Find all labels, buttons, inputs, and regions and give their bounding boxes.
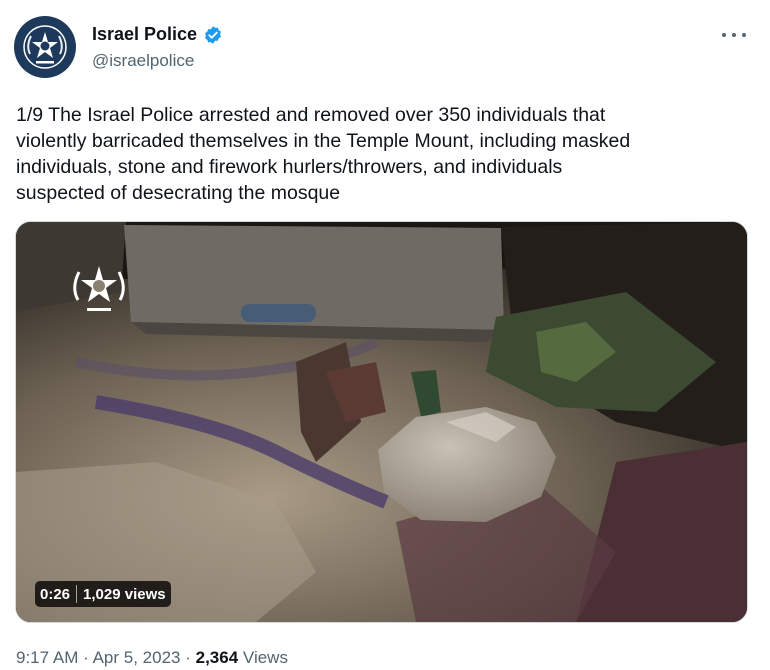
tweet-text: 1/9 The Israel Police arrested and remov…	[16, 104, 631, 204]
meta-separator: ·	[83, 648, 89, 667]
tweet-meta: 9:17 AM · Apr 5, 2023 · 2,364 Views	[16, 648, 288, 668]
avatar[interactable]	[14, 16, 76, 78]
police-watermark-icon	[73, 266, 125, 311]
view-count: 2,364	[195, 648, 239, 667]
verified-badge-icon	[205, 25, 221, 44]
police-star-emblem-icon	[23, 25, 67, 69]
tweet-time[interactable]: 9:17 AM	[16, 648, 78, 667]
badge-divider	[76, 585, 78, 603]
views-label: Views	[242, 648, 288, 667]
video-duration: 0:26	[40, 585, 71, 603]
more-options-icon[interactable]	[722, 26, 746, 44]
tweet: Israel Police @israelpolice 1/9 The Isra…	[0, 0, 770, 670]
author-display-name[interactable]: Israel Police	[92, 24, 197, 45]
meta-separator: ·	[185, 648, 191, 667]
video-player[interactable]: 0:26 1,029 views	[15, 221, 748, 623]
video-info-badge: 0:26 1,029 views	[35, 581, 171, 607]
tweet-date[interactable]: Apr 5, 2023	[93, 648, 181, 667]
author-handle[interactable]: @israelpolice	[92, 51, 194, 71]
author-name-row: Israel Police	[92, 24, 223, 45]
video-views: 1,029 views	[83, 585, 166, 603]
